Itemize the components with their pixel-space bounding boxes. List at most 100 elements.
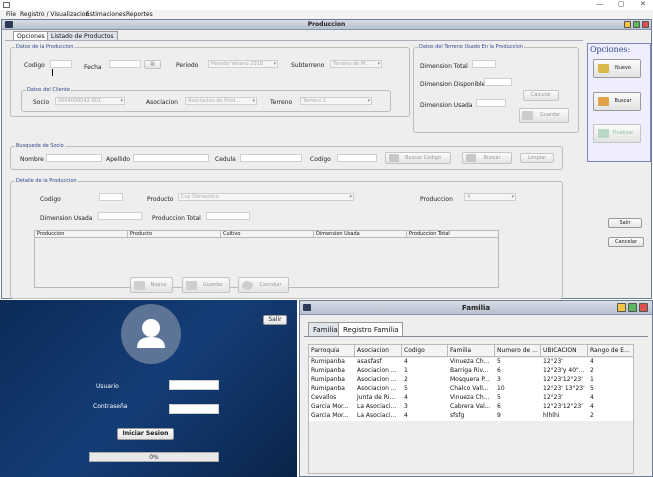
col-produccion[interactable]: Produccion xyxy=(35,231,128,238)
table-cell: La Asociaci... xyxy=(357,412,397,419)
tab-opciones[interactable]: Opciones xyxy=(13,31,49,40)
calcular-button[interactable]: Calcular xyxy=(523,90,559,101)
dimension-usada-field[interactable] xyxy=(476,99,506,107)
table-cell: Vinueza Ch... xyxy=(450,358,490,365)
table-cell: 6 xyxy=(497,403,501,410)
nuevo-label: Nuevo xyxy=(614,65,631,71)
dimension-total-label: Dimension Total xyxy=(420,63,468,70)
detalle-nuevo-button[interactable]: Nuevo xyxy=(130,277,173,293)
menu-reportes[interactable]: Reportes xyxy=(126,11,153,18)
table-cell: Junta de Ri... xyxy=(357,394,396,401)
buscar-codigo-button[interactable]: Buscar Codigo xyxy=(385,152,451,164)
terreno-value: Terreno 1 xyxy=(303,98,327,104)
salir-button[interactable]: Salir xyxy=(608,218,642,228)
col-rango[interactable]: Rango de E... xyxy=(588,345,633,356)
table-cell: Vinueza Ch... xyxy=(450,394,490,401)
buscar-socio-button[interactable]: Buscar xyxy=(462,152,512,164)
col-producto[interactable]: Producto xyxy=(128,231,221,238)
tab-listado-productos[interactable]: Listado de Productos xyxy=(47,31,118,40)
table-cell: 1 xyxy=(590,376,594,383)
detalle-codigo-field[interactable] xyxy=(99,193,123,201)
maximize-icon[interactable]: ▢ xyxy=(618,0,625,8)
menu-estimaciones[interactable]: Estimaciones xyxy=(86,11,126,18)
table-row[interactable]: Rumipanba Asociacion ... 5 Chalco Vall... 10… xyxy=(309,385,633,394)
terreno-select[interactable]: Terreno 1 ▾ xyxy=(300,97,372,105)
tab-registro-familia[interactable]: Registro Familia xyxy=(338,322,404,336)
table-row[interactable]: Rumipanba Asociacion ... 2 Mosquera P... 3 12… xyxy=(309,376,633,385)
close-icon[interactable] xyxy=(642,21,649,28)
finalizar-label: Finalizar xyxy=(612,130,634,136)
buscar-label: Buscar xyxy=(614,98,632,104)
table-cell: Chalco Vall... xyxy=(450,385,489,392)
col-codigo[interactable]: Codigo xyxy=(402,345,448,356)
cancelar-button[interactable]: Cancelar xyxy=(608,237,644,247)
table-cell: asasfasf xyxy=(357,358,382,365)
busqueda-codigo-field[interactable] xyxy=(337,154,377,162)
minimize-icon[interactable] xyxy=(617,303,626,312)
col-dimension-usada[interactable]: Dimension Usada xyxy=(314,231,407,238)
table-row[interactable]: Rumipanba asasfasf 4 Vinueza Ch... 5 12°23' 4 xyxy=(309,358,633,367)
buscar-button[interactable]: Buscar xyxy=(593,92,641,111)
detalle-guardar-button[interactable]: Guardar xyxy=(182,277,230,293)
nuevo-button[interactable]: Nuevo xyxy=(593,59,641,78)
menu-file[interactable]: File xyxy=(6,11,16,18)
maximize-icon[interactable] xyxy=(633,21,640,28)
table-cell: hlhlhi xyxy=(543,412,560,419)
usuario-label: Usuario xyxy=(96,383,119,390)
cedula-field[interactable] xyxy=(240,154,302,162)
table-cell: 12°23' xyxy=(543,394,563,401)
col-parroquia[interactable]: Parroquia xyxy=(309,345,355,356)
menu-registro[interactable]: Registro / Visualizacion xyxy=(20,11,89,18)
dimension-disponible-field[interactable] xyxy=(484,78,512,86)
minimize-icon[interactable]: — xyxy=(596,0,603,8)
maximize-icon[interactable] xyxy=(628,303,637,312)
periodo-select[interactable]: Periodo Verano 2018 ▾ xyxy=(208,60,278,68)
tab-divider xyxy=(5,40,583,41)
iniciar-sesion-button[interactable]: Iniciar Sesion xyxy=(117,428,174,440)
close-icon[interactable] xyxy=(639,303,648,312)
table-cell: 12°23'12°23' xyxy=(543,403,583,410)
subterreno-select[interactable]: Terreno de M... ▾ xyxy=(330,60,382,68)
produccion-total-label: Produccion Total xyxy=(152,215,201,222)
producto-select[interactable]: Cuy Domestico ▾ xyxy=(178,193,354,201)
apellido-field[interactable] xyxy=(133,154,209,162)
contrasena-field[interactable] xyxy=(169,404,219,414)
nombre-field[interactable] xyxy=(46,154,102,162)
subterreno-label: Subterreno xyxy=(291,62,325,69)
detalle-dimension-usada-field[interactable] xyxy=(98,212,142,220)
produccion-total-field[interactable] xyxy=(206,212,250,220)
table-cell: 3 xyxy=(404,403,408,410)
col-ubicacion[interactable]: UBICACION xyxy=(541,345,588,356)
table-cell: Rumipanba xyxy=(311,376,345,383)
socio-select[interactable]: 0004000042-001 ▾ xyxy=(55,97,125,105)
col-asociacion[interactable]: Asociacion xyxy=(355,345,402,356)
chevron-down-icon: ▾ xyxy=(273,61,276,67)
codigo-field[interactable] xyxy=(50,60,72,68)
table-row[interactable]: Garcia Mor... La Asociaci... 4 sfsfg 9 hlhlhi… xyxy=(309,412,633,421)
table-row[interactable]: Garcia Mor... La Asociaci... 3 Cabrera Val.… xyxy=(309,403,633,412)
close-icon[interactable]: ✕ xyxy=(640,0,646,8)
produccion-select[interactable]: 4 ▾ xyxy=(464,193,516,201)
finalizar-button[interactable]: Finalizar xyxy=(593,124,641,143)
nombre-label: Nombre xyxy=(20,156,44,163)
col-numero[interactable]: Numero de ... xyxy=(495,345,541,356)
guardar-terreno-button[interactable]: Guardar xyxy=(519,108,569,123)
calendar-button[interactable]: ▦ xyxy=(144,60,161,69)
login-salir-button[interactable]: Salir xyxy=(263,315,287,325)
fecha-field[interactable] xyxy=(109,60,141,68)
dimension-usada-label: Dimension Usada xyxy=(420,102,473,109)
col-familia[interactable]: Familia xyxy=(448,345,495,356)
detalle-cancelar-button[interactable]: Cancelar xyxy=(238,277,289,293)
limpiar-button[interactable]: Limpiar xyxy=(520,153,554,163)
producto-label: Producto xyxy=(147,196,174,203)
col-produccion-total[interactable]: Produccion Total xyxy=(407,231,498,238)
table-row[interactable]: Cevallos Junta de Ri... 4 Vinueza Ch... 5 12°… xyxy=(309,394,633,403)
col-cultivo[interactable]: Cultivo xyxy=(221,231,314,238)
minimize-icon[interactable] xyxy=(624,21,631,28)
asociacion-select[interactable]: Asociacion de Prod... ▾ xyxy=(185,97,257,105)
usuario-field[interactable] xyxy=(169,380,219,390)
fecha-label: Fecha xyxy=(84,64,102,71)
dimension-total-field[interactable] xyxy=(472,60,496,68)
asociacion-value: Asociacion de Prod... xyxy=(188,98,240,104)
table-row[interactable]: Rumipanba Asociacion ... 1 Barriga Riv... 6 1… xyxy=(309,367,633,376)
